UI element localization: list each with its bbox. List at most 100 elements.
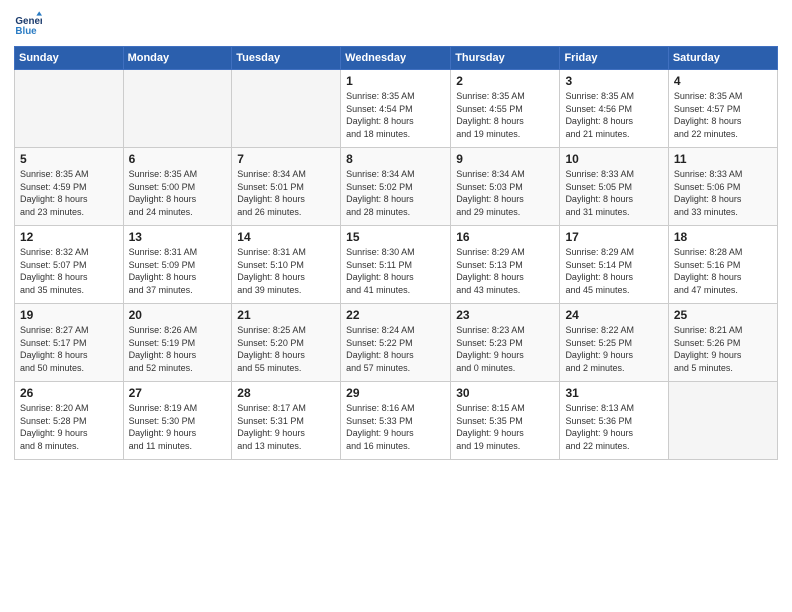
day-number: 22 bbox=[346, 308, 445, 322]
day-detail: Sunrise: 8:31 AM Sunset: 5:10 PM Dayligh… bbox=[237, 246, 335, 296]
calendar-cell: 30Sunrise: 8:15 AM Sunset: 5:35 PM Dayli… bbox=[451, 382, 560, 460]
calendar-cell: 8 Sunrise: 8:34 AM Sunset: 5:02 PM Daylig… bbox=[341, 148, 451, 226]
calendar-cell: 24 Sunrise: 8:22 AM Sunset: 5:25 PM Dayli… bbox=[560, 304, 668, 382]
day-detail: Sunrise: 8:34 AM Sunset: 5:03 PM Dayligh… bbox=[456, 168, 554, 218]
week-row-0: 1 Sunrise: 8:35 AM Sunset: 4:54 PM Daylig… bbox=[15, 70, 778, 148]
calendar-cell: 18 Sunrise: 8:28 AM Sunset: 5:16 PM Dayli… bbox=[668, 226, 777, 304]
weekday-header-row: SundayMondayTuesdayWednesdayThursdayFrid… bbox=[15, 47, 778, 70]
day-number: 3 bbox=[565, 74, 662, 88]
day-detail: Sunrise: 8:35 AM Sunset: 4:57 PM Dayligh… bbox=[674, 90, 772, 140]
day-detail: Sunrise: 8:35 AM Sunset: 4:54 PM Dayligh… bbox=[346, 90, 445, 140]
calendar-cell: 2 Sunrise: 8:35 AM Sunset: 4:55 PM Daylig… bbox=[451, 70, 560, 148]
day-number: 29 bbox=[346, 386, 445, 400]
day-detail: Sunrise: 8:33 AM Sunset: 5:06 PM Dayligh… bbox=[674, 168, 772, 218]
day-number: 24 bbox=[565, 308, 662, 322]
calendar-cell: 27 Sunrise: 8:19 AM Sunset: 5:30 PM Dayli… bbox=[123, 382, 232, 460]
day-detail: Sunrise: 8:27 AM Sunset: 5:17 PM Dayligh… bbox=[20, 324, 118, 374]
day-detail: Sunrise: 8:35 AM Sunset: 4:56 PM Dayligh… bbox=[565, 90, 662, 140]
calendar-cell: 7 Sunrise: 8:34 AM Sunset: 5:01 PM Daylig… bbox=[232, 148, 341, 226]
day-number: 17 bbox=[565, 230, 662, 244]
calendar-cell: 1 Sunrise: 8:35 AM Sunset: 4:54 PM Daylig… bbox=[341, 70, 451, 148]
day-detail: Sunrise: 8:19 AM Sunset: 5:30 PM Dayligh… bbox=[129, 402, 227, 452]
day-detail: Sunrise: 8:30 AM Sunset: 5:11 PM Dayligh… bbox=[346, 246, 445, 296]
logo: General Blue bbox=[14, 10, 46, 38]
week-row-3: 19 Sunrise: 8:27 AM Sunset: 5:17 PM Dayli… bbox=[15, 304, 778, 382]
day-detail: Sunrise: 8:13 AM Sunset: 5:36 PM Dayligh… bbox=[565, 402, 662, 452]
day-detail: Sunrise: 8:22 AM Sunset: 5:25 PM Dayligh… bbox=[565, 324, 662, 374]
weekday-header-tuesday: Tuesday bbox=[232, 47, 341, 70]
day-detail: Sunrise: 8:35 AM Sunset: 4:55 PM Dayligh… bbox=[456, 90, 554, 140]
calendar-cell: 22 Sunrise: 8:24 AM Sunset: 5:22 PM Dayli… bbox=[341, 304, 451, 382]
day-number: 31 bbox=[565, 386, 662, 400]
day-number: 14 bbox=[237, 230, 335, 244]
day-number: 2 bbox=[456, 74, 554, 88]
day-detail: Sunrise: 8:35 AM Sunset: 5:00 PM Dayligh… bbox=[129, 168, 227, 218]
calendar-cell: 25Sunrise: 8:21 AM Sunset: 5:26 PM Dayli… bbox=[668, 304, 777, 382]
calendar-cell: 26 Sunrise: 8:20 AM Sunset: 5:28 PM Dayli… bbox=[15, 382, 124, 460]
day-number: 7 bbox=[237, 152, 335, 166]
day-detail: Sunrise: 8:35 AM Sunset: 4:59 PM Dayligh… bbox=[20, 168, 118, 218]
calendar-cell: 12Sunrise: 8:32 AM Sunset: 5:07 PM Dayli… bbox=[15, 226, 124, 304]
calendar-cell bbox=[232, 70, 341, 148]
calendar-cell: 20 Sunrise: 8:26 AM Sunset: 5:19 PM Dayli… bbox=[123, 304, 232, 382]
calendar-cell bbox=[668, 382, 777, 460]
calendar-cell: 28 Sunrise: 8:17 AM Sunset: 5:31 PM Dayli… bbox=[232, 382, 341, 460]
day-detail: Sunrise: 8:34 AM Sunset: 5:02 PM Dayligh… bbox=[346, 168, 445, 218]
day-detail: Sunrise: 8:17 AM Sunset: 5:31 PM Dayligh… bbox=[237, 402, 335, 452]
calendar-cell bbox=[123, 70, 232, 148]
calendar-cell: 14 Sunrise: 8:31 AM Sunset: 5:10 PM Dayli… bbox=[232, 226, 341, 304]
day-detail: Sunrise: 8:34 AM Sunset: 5:01 PM Dayligh… bbox=[237, 168, 335, 218]
day-number: 30 bbox=[456, 386, 554, 400]
day-number: 18 bbox=[674, 230, 772, 244]
calendar-cell: 29Sunrise: 8:16 AM Sunset: 5:33 PM Dayli… bbox=[341, 382, 451, 460]
day-number: 12 bbox=[20, 230, 118, 244]
day-detail: Sunrise: 8:28 AM Sunset: 5:16 PM Dayligh… bbox=[674, 246, 772, 296]
logo-icon: General Blue bbox=[14, 10, 42, 38]
day-number: 19 bbox=[20, 308, 118, 322]
weekday-header-wednesday: Wednesday bbox=[341, 47, 451, 70]
day-number: 26 bbox=[20, 386, 118, 400]
weekday-header-saturday: Saturday bbox=[668, 47, 777, 70]
calendar-cell: 6 Sunrise: 8:35 AM Sunset: 5:00 PM Daylig… bbox=[123, 148, 232, 226]
calendar-cell: 19 Sunrise: 8:27 AM Sunset: 5:17 PM Dayli… bbox=[15, 304, 124, 382]
calendar-cell: 3 Sunrise: 8:35 AM Sunset: 4:56 PM Daylig… bbox=[560, 70, 668, 148]
day-number: 1 bbox=[346, 74, 445, 88]
calendar-cell: 17 Sunrise: 8:29 AM Sunset: 5:14 PM Dayli… bbox=[560, 226, 668, 304]
day-detail: Sunrise: 8:20 AM Sunset: 5:28 PM Dayligh… bbox=[20, 402, 118, 452]
calendar-cell: 31 Sunrise: 8:13 AM Sunset: 5:36 PM Dayli… bbox=[560, 382, 668, 460]
day-number: 10 bbox=[565, 152, 662, 166]
day-number: 20 bbox=[129, 308, 227, 322]
day-number: 21 bbox=[237, 308, 335, 322]
day-detail: Sunrise: 8:23 AM Sunset: 5:23 PM Dayligh… bbox=[456, 324, 554, 374]
calendar-cell: 15 Sunrise: 8:30 AM Sunset: 5:11 PM Dayli… bbox=[341, 226, 451, 304]
svg-text:Blue: Blue bbox=[15, 26, 37, 37]
day-detail: Sunrise: 8:25 AM Sunset: 5:20 PM Dayligh… bbox=[237, 324, 335, 374]
day-number: 5 bbox=[20, 152, 118, 166]
calendar-cell: 23 Sunrise: 8:23 AM Sunset: 5:23 PM Dayli… bbox=[451, 304, 560, 382]
day-number: 23 bbox=[456, 308, 554, 322]
calendar-cell: 4 Sunrise: 8:35 AM Sunset: 4:57 PM Daylig… bbox=[668, 70, 777, 148]
calendar-cell bbox=[15, 70, 124, 148]
day-number: 8 bbox=[346, 152, 445, 166]
day-number: 11 bbox=[674, 152, 772, 166]
weekday-header-thursday: Thursday bbox=[451, 47, 560, 70]
day-detail: Sunrise: 8:26 AM Sunset: 5:19 PM Dayligh… bbox=[129, 324, 227, 374]
day-number: 9 bbox=[456, 152, 554, 166]
calendar-cell: 5 Sunrise: 8:35 AM Sunset: 4:59 PM Daylig… bbox=[15, 148, 124, 226]
day-detail: Sunrise: 8:33 AM Sunset: 5:05 PM Dayligh… bbox=[565, 168, 662, 218]
day-detail: Sunrise: 8:29 AM Sunset: 5:13 PM Dayligh… bbox=[456, 246, 554, 296]
day-number: 27 bbox=[129, 386, 227, 400]
calendar-cell: 9 Sunrise: 8:34 AM Sunset: 5:03 PM Daylig… bbox=[451, 148, 560, 226]
day-number: 4 bbox=[674, 74, 772, 88]
day-number: 15 bbox=[346, 230, 445, 244]
calendar-cell: 16Sunrise: 8:29 AM Sunset: 5:13 PM Dayli… bbox=[451, 226, 560, 304]
day-detail: Sunrise: 8:24 AM Sunset: 5:22 PM Dayligh… bbox=[346, 324, 445, 374]
calendar-cell: 13Sunrise: 8:31 AM Sunset: 5:09 PM Dayli… bbox=[123, 226, 232, 304]
day-detail: Sunrise: 8:21 AM Sunset: 5:26 PM Dayligh… bbox=[674, 324, 772, 374]
day-number: 6 bbox=[129, 152, 227, 166]
day-number: 28 bbox=[237, 386, 335, 400]
calendar-table: SundayMondayTuesdayWednesdayThursdayFrid… bbox=[14, 46, 778, 460]
calendar-cell: 11 Sunrise: 8:33 AM Sunset: 5:06 PM Dayli… bbox=[668, 148, 777, 226]
day-detail: Sunrise: 8:29 AM Sunset: 5:14 PM Dayligh… bbox=[565, 246, 662, 296]
weekday-header-monday: Monday bbox=[123, 47, 232, 70]
